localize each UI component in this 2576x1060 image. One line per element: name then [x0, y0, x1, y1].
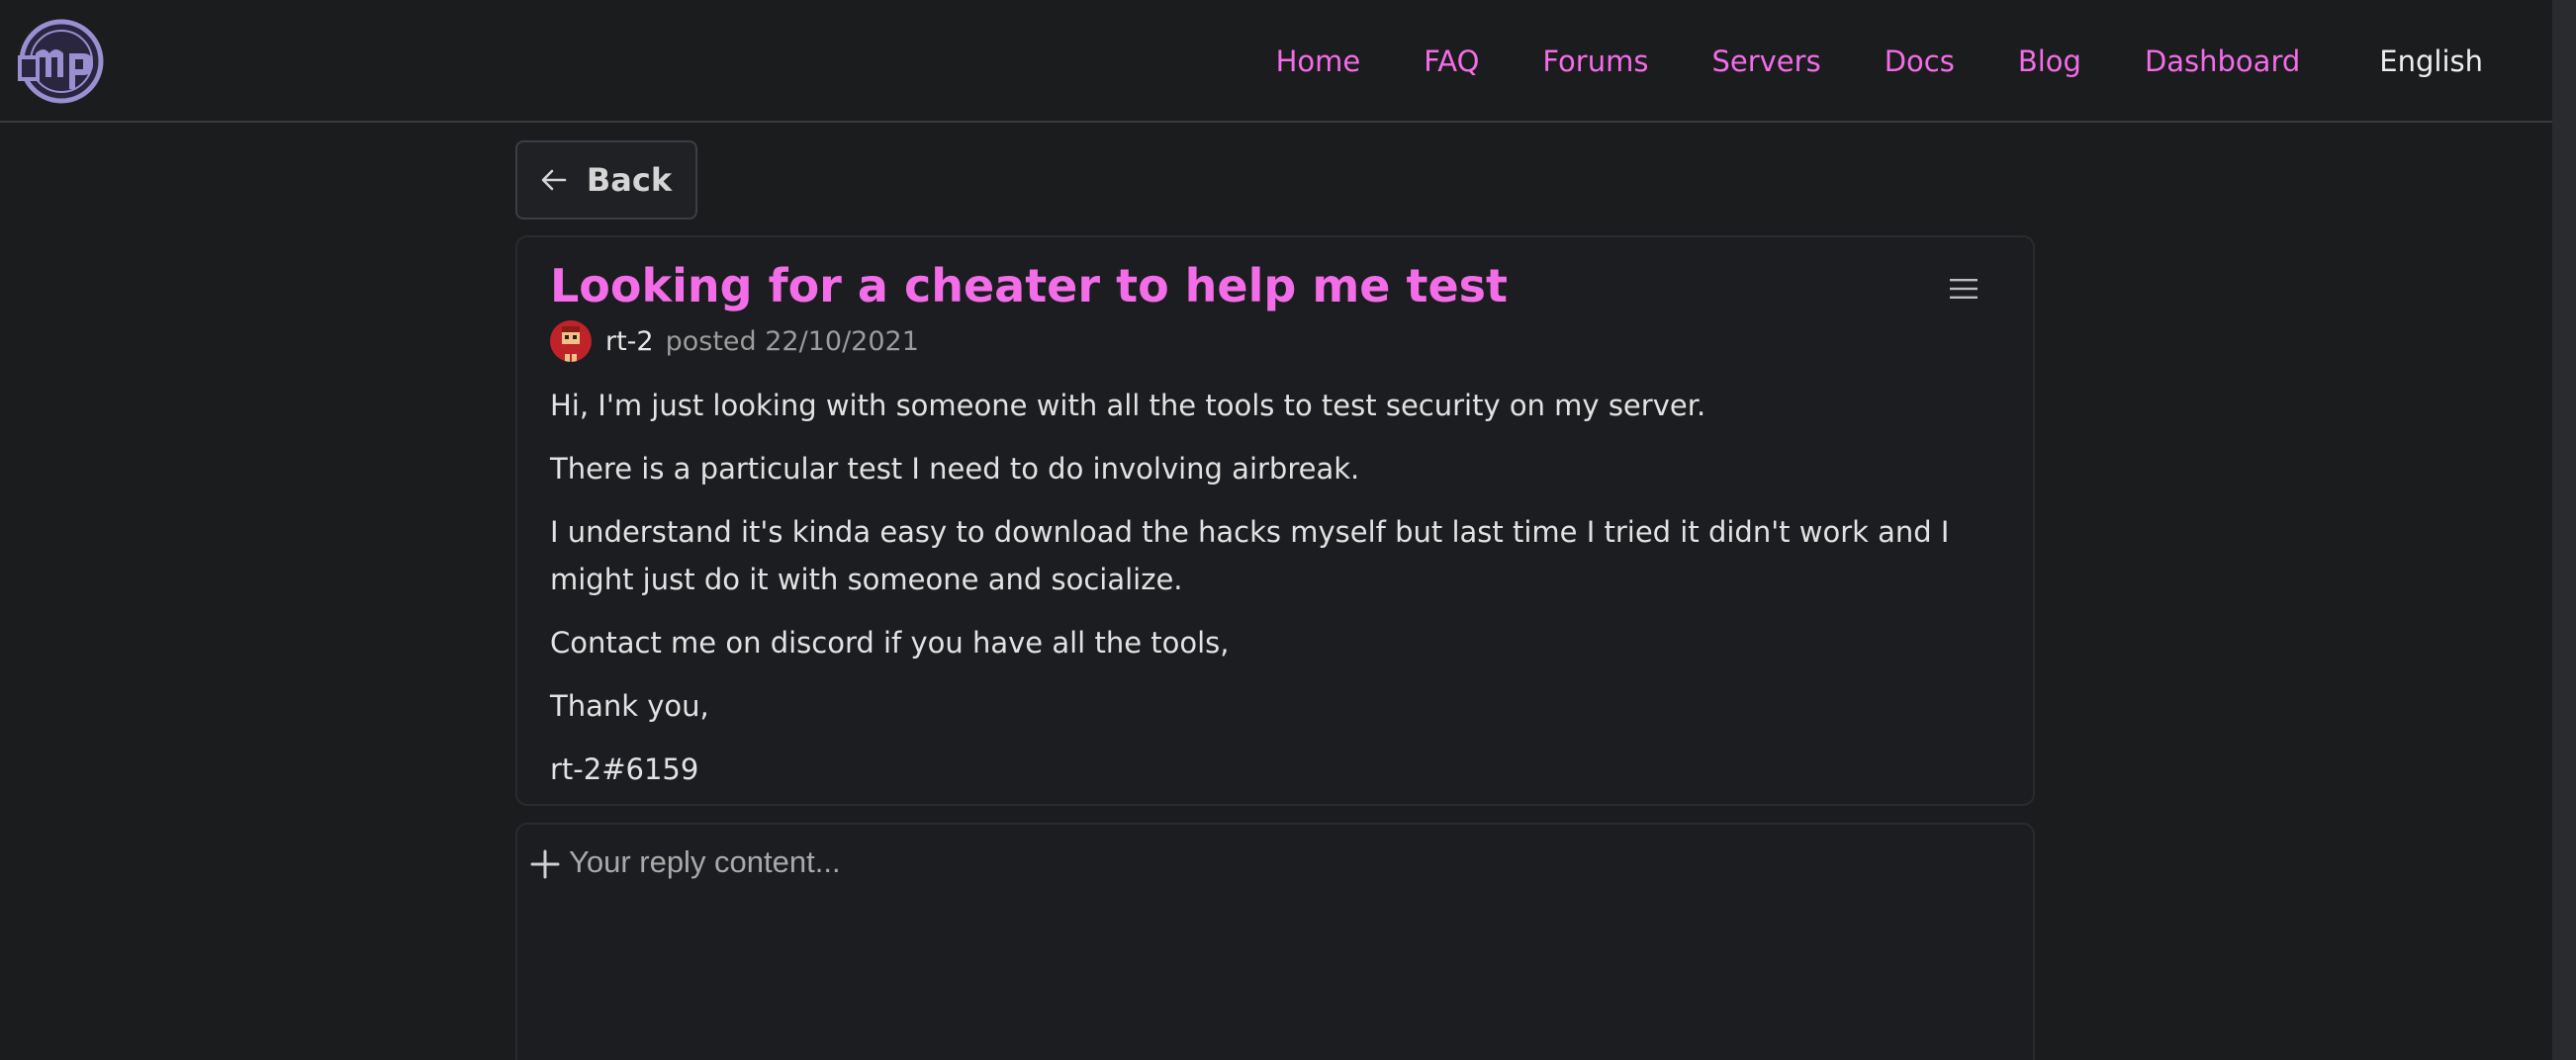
post-paragraph: There is a particular test I need to do …	[550, 452, 1360, 486]
hamburger-menu-icon[interactable]	[1948, 275, 1979, 303]
post-card: Looking for a cheater to help me test rt…	[515, 235, 2035, 806]
arrow-left-icon	[541, 169, 567, 191]
nav-dashboard-link[interactable]: Dashboard	[2145, 44, 2300, 78]
post-paragraph: Contact me on discord if you have all th…	[550, 626, 1230, 660]
nav-forums-link[interactable]: Forums	[1542, 44, 1648, 78]
post-paragraph: rt-2#6159	[550, 752, 699, 786]
post-date: posted 22/10/2021	[665, 325, 919, 357]
language-selector[interactable]: English	[2379, 44, 2483, 78]
post-paragraph: I understand it's kinda easy to download…	[550, 515, 1950, 596]
back-button[interactable]: Back	[515, 140, 697, 220]
nav-blog-link[interactable]: Blog	[2018, 44, 2081, 78]
nav-home-link[interactable]: Home	[1276, 44, 1361, 78]
back-button-label: Back	[586, 161, 673, 199]
site-logo[interactable]	[14, 18, 109, 105]
reply-placeholder: Your reply content...	[569, 844, 841, 879]
post-meta: rt-2 posted 22/10/2021	[550, 320, 919, 362]
avatar[interactable]	[550, 320, 592, 362]
author-name[interactable]: rt-2	[605, 326, 654, 357]
page: Home FAQ Forums Servers Docs Blog Dashbo…	[0, 0, 2576, 1060]
main-nav: Home FAQ Forums Servers Docs Blog Dashbo…	[1213, 0, 2483, 123]
nav-docs-link[interactable]: Docs	[1885, 44, 1955, 78]
reply-editor[interactable]: Your reply content...	[515, 823, 2035, 1060]
top-navbar: Home FAQ Forums Servers Docs Blog Dashbo…	[0, 0, 2552, 123]
post-paragraph: Thank you,	[550, 689, 709, 723]
plus-icon[interactable]	[529, 848, 561, 880]
post-title: Looking for a cheater to help me test	[550, 259, 1509, 312]
post-paragraph: Hi, I'm just looking with someone with a…	[550, 389, 1706, 422]
post-body: Hi, I'm just looking with someone with a…	[550, 382, 2014, 809]
scrollbar-track[interactable]	[2552, 0, 2576, 1060]
nav-faq-link[interactable]: FAQ	[1424, 44, 1479, 78]
nav-servers-link[interactable]: Servers	[1711, 44, 1820, 78]
